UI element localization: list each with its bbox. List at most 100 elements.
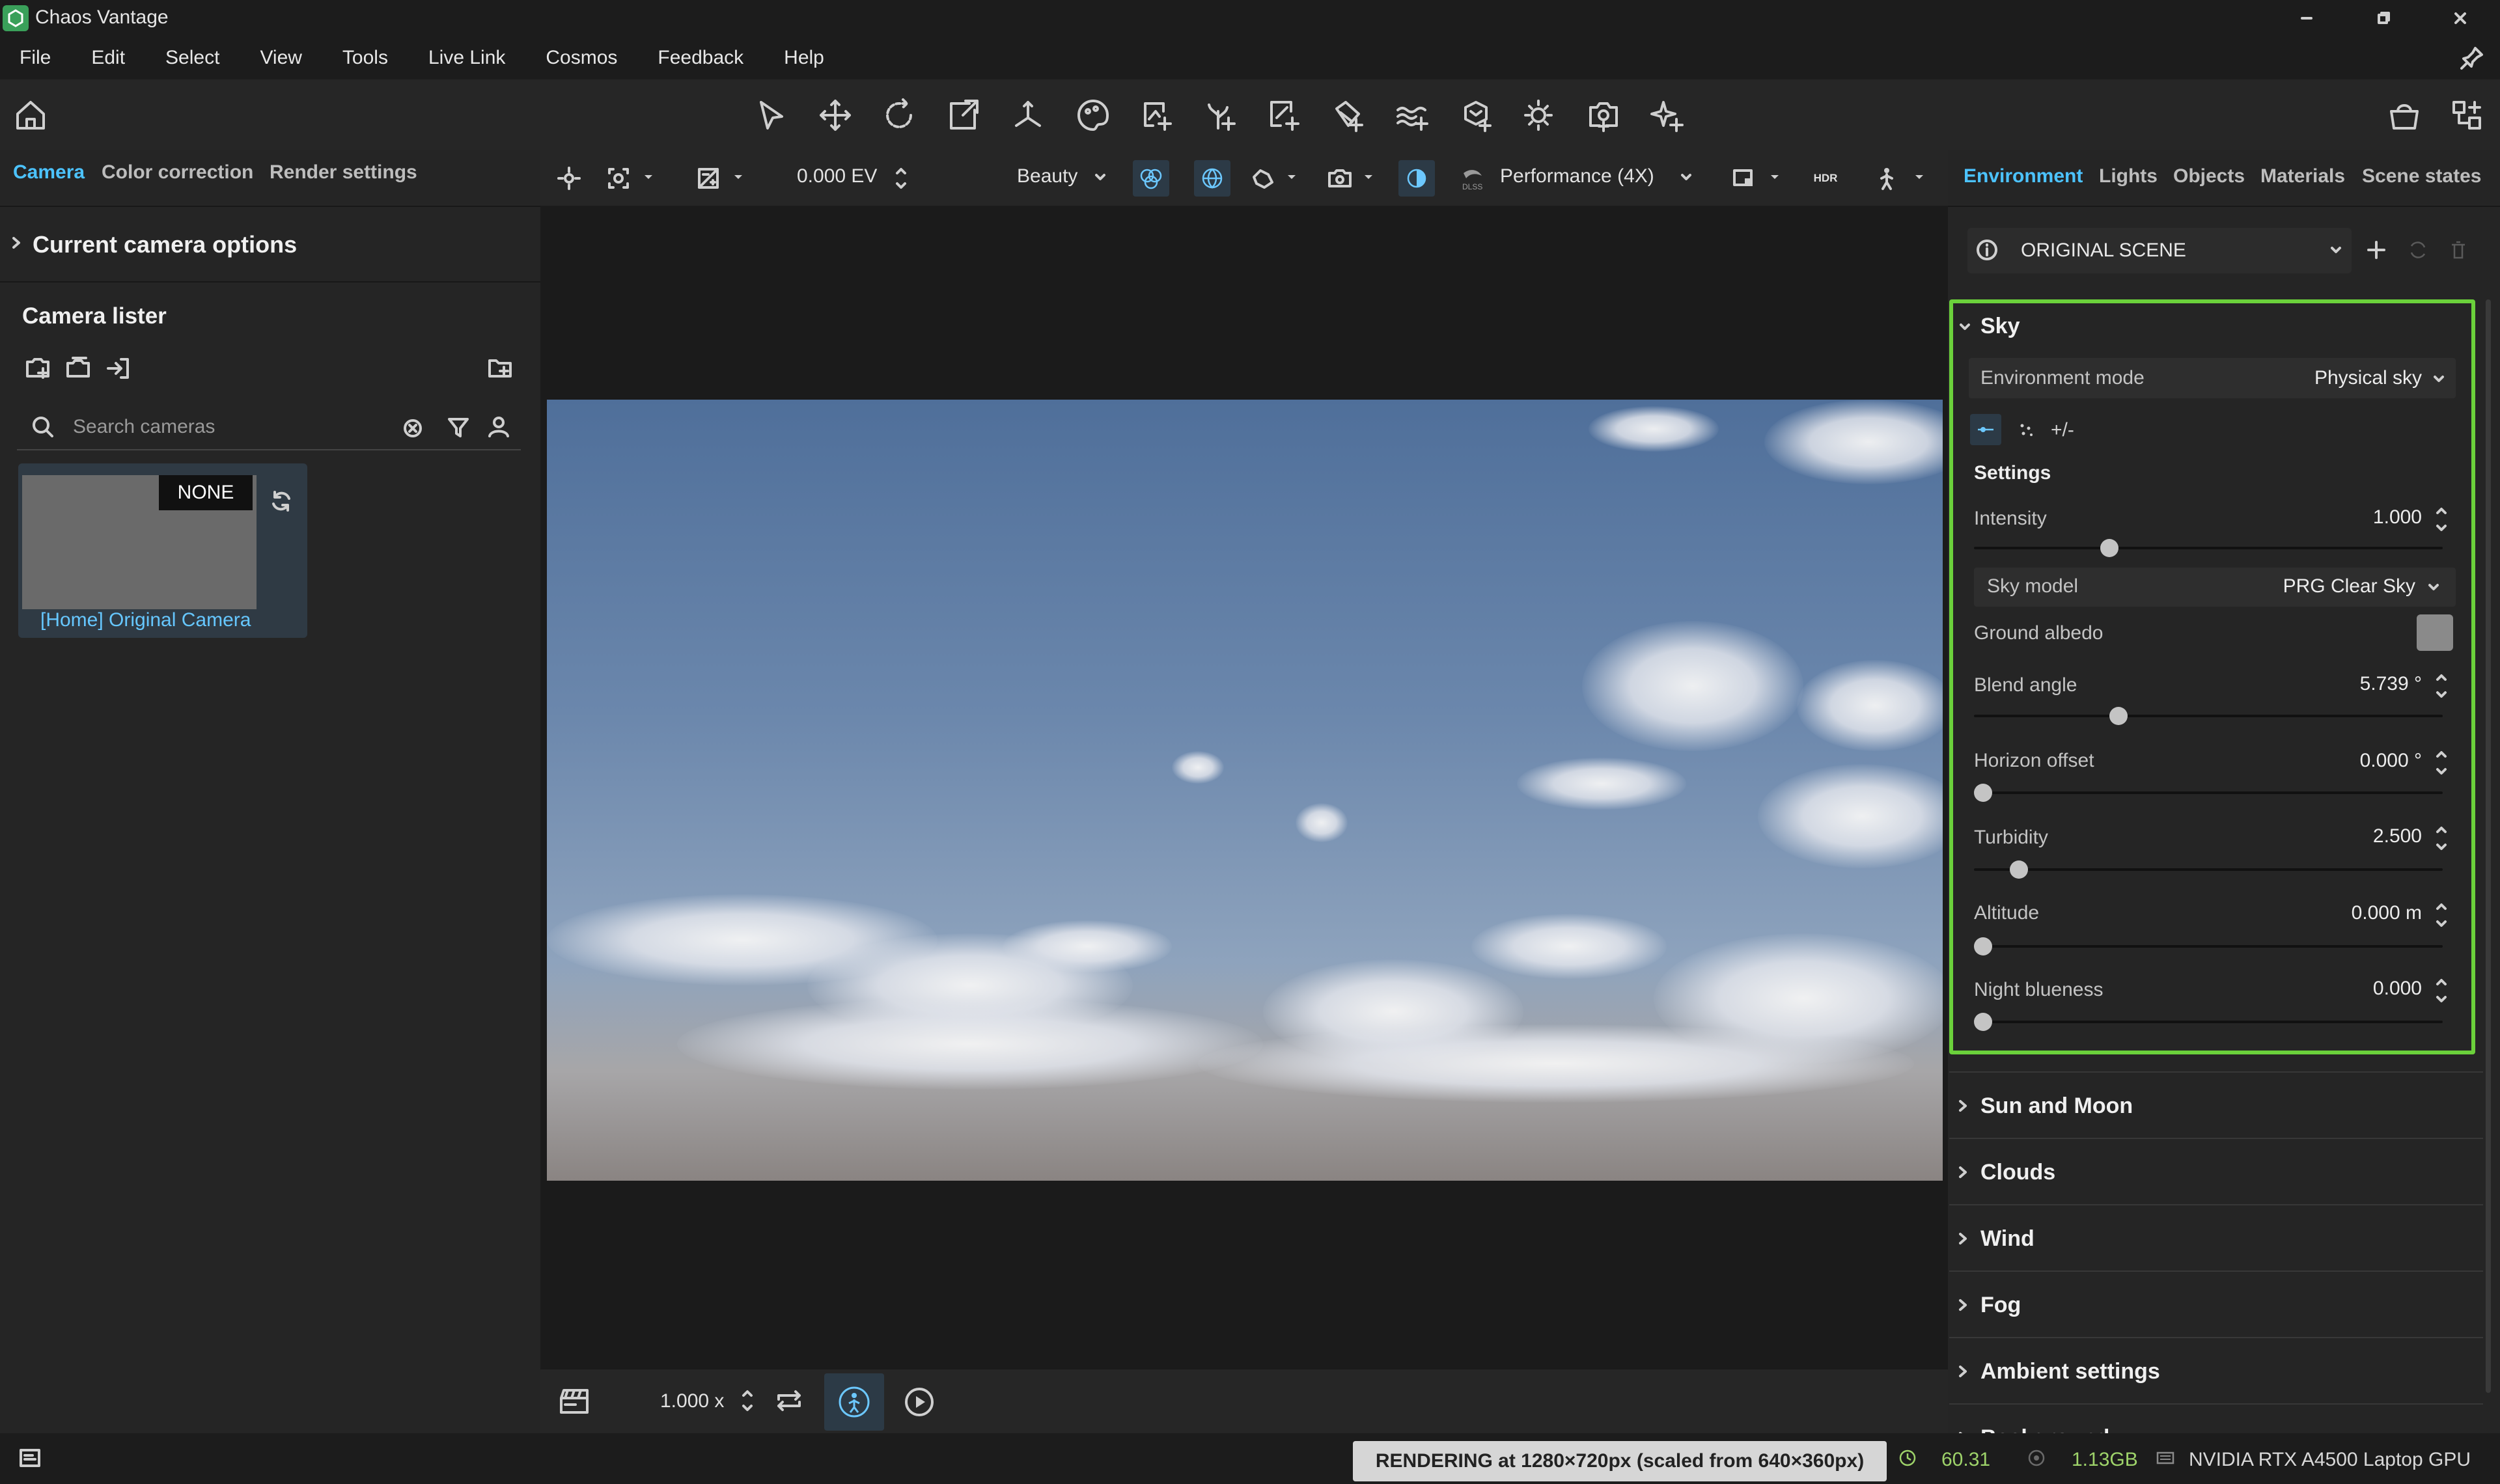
chevron-down-icon[interactable]: [2431, 371, 2447, 387]
blend-angle-stepper[interactable]: [2434, 670, 2449, 702]
section-wind[interactable]: Wind: [1949, 1204, 2483, 1271]
import-camera-button[interactable]: [104, 354, 133, 383]
chevron-down-icon[interactable]: [1678, 169, 1694, 185]
walk-mode-button[interactable]: [1872, 164, 1901, 193]
material-picker-button[interactable]: [1072, 94, 1115, 137]
advanced-settings-toggle[interactable]: [2010, 414, 2042, 445]
play-button[interactable]: [901, 1384, 938, 1420]
minimize-button[interactable]: [2271, 3, 2342, 34]
section-clouds[interactable]: Clouds: [1949, 1138, 2483, 1204]
tab-objects[interactable]: Objects: [2173, 165, 2245, 187]
add-camera-list-button[interactable]: [23, 354, 52, 383]
denoiser-toggle[interactable]: [1133, 160, 1169, 197]
search-input[interactable]: [73, 414, 385, 440]
playback-speed[interactable]: 1.000 x: [660, 1390, 724, 1412]
blend-angle-value[interactable]: 5.739 °: [2266, 673, 2422, 695]
altitude-slider[interactable]: [1974, 945, 2443, 948]
focus-button[interactable]: [555, 164, 583, 193]
menu-view[interactable]: View: [260, 47, 301, 69]
chevron-down-icon[interactable]: [1767, 169, 1783, 185]
camera-name[interactable]: [Home] Original Camera: [40, 609, 251, 631]
intensity-value[interactable]: 1.000: [2266, 506, 2422, 529]
section-background[interactable]: Background: [1949, 1403, 2483, 1433]
compare-toggle[interactable]: [1398, 160, 1435, 197]
add-scene-state-button[interactable]: [2363, 237, 2389, 263]
menu-tools[interactable]: Tools: [342, 47, 388, 69]
tab-color-correction[interactable]: Color correction: [102, 161, 253, 184]
night-blueness-value[interactable]: 0.000: [2266, 978, 2422, 1000]
menu-select[interactable]: Select: [165, 47, 219, 69]
add-scatter-button[interactable]: [1454, 94, 1497, 137]
altitude-value[interactable]: 0.000 m: [2266, 902, 2422, 924]
filter-button[interactable]: [444, 413, 473, 441]
sky-section-title[interactable]: Sky: [1980, 314, 2020, 339]
tab-render-settings[interactable]: Render settings: [270, 161, 417, 184]
speed-stepper[interactable]: [740, 1385, 755, 1416]
right-panel-scrollbar[interactable]: [2486, 299, 2491, 1393]
horizon-offset-slider[interactable]: [1974, 791, 2443, 794]
turbidity-value[interactable]: 2.500: [2266, 825, 2422, 847]
move-tool-button[interactable]: [814, 94, 857, 137]
pin-button[interactable]: [2456, 42, 2488, 74]
plus-minus-toggle[interactable]: +/-: [2051, 419, 2074, 441]
chevron-down-icon[interactable]: [1284, 169, 1299, 185]
menu-cosmos[interactable]: Cosmos: [546, 47, 617, 69]
ground-albedo-color-swatch[interactable]: [2417, 614, 2453, 651]
render-view[interactable]: [547, 400, 1943, 1181]
section-fog[interactable]: Fog: [1949, 1271, 2483, 1337]
animation-button[interactable]: [556, 1382, 592, 1419]
viewport-layout-button[interactable]: [1729, 164, 1758, 193]
section-sun-and-moon[interactable]: Sun and Moon: [1949, 1071, 2483, 1138]
tab-scene-states[interactable]: Scene states: [2362, 165, 2481, 187]
user-filter-button[interactable]: [484, 413, 513, 441]
camera-mode-button[interactable]: [604, 164, 633, 193]
chevron-down-icon[interactable]: [2328, 242, 2344, 258]
add-effect-button[interactable]: [1646, 94, 1689, 137]
quality-select[interactable]: Performance (4X): [1500, 165, 1654, 187]
intensity-slider[interactable]: [1974, 547, 2443, 549]
menu-help[interactable]: Help: [784, 47, 824, 69]
exposure-button[interactable]: [694, 164, 723, 193]
add-camera-button[interactable]: [1582, 94, 1625, 137]
tab-lights[interactable]: Lights: [2099, 165, 2158, 187]
restore-button[interactable]: [2348, 3, 2419, 34]
altitude-slider-handle[interactable]: [1974, 937, 1992, 955]
night-blueness-slider[interactable]: [1974, 1021, 2443, 1023]
turbidity-slider[interactable]: [1974, 868, 2443, 871]
chevron-down-icon[interactable]: [1361, 169, 1376, 185]
chevron-down-icon[interactable]: [2426, 579, 2441, 595]
effects-button[interactable]: [1249, 164, 1277, 193]
hdr-toggle[interactable]: HDR: [1809, 164, 1842, 193]
add-folder-button[interactable]: [486, 354, 514, 383]
section-ambient-settings[interactable]: Ambient settings: [1949, 1337, 2483, 1403]
exposure-stepper[interactable]: [893, 163, 909, 194]
horizon-offset-value[interactable]: 0.000 °: [2266, 750, 2422, 772]
clear-search-button[interactable]: [400, 415, 426, 441]
add-tree-button[interactable]: [1135, 94, 1178, 137]
delete-scene-state-button[interactable]: [2445, 237, 2471, 263]
add-plant-button[interactable]: [1199, 94, 1242, 137]
scene-tree-button[interactable]: [2445, 94, 2488, 137]
tab-environment[interactable]: Environment: [1964, 165, 2083, 187]
scale-tool-button[interactable]: [941, 94, 984, 137]
menu-file[interactable]: File: [20, 47, 51, 69]
chevron-down-icon[interactable]: [1911, 169, 1927, 185]
basic-settings-toggle[interactable]: [1970, 414, 2001, 445]
select-tool-button[interactable]: [750, 94, 793, 137]
blend-angle-slider-handle[interactable]: [2109, 707, 2128, 725]
log-button[interactable]: [17, 1445, 43, 1471]
horizon-offset-slider-handle[interactable]: [1974, 784, 1992, 802]
close-button[interactable]: [2424, 3, 2496, 34]
navigation-mode-toggle[interactable]: [824, 1373, 884, 1431]
environment-mode-value[interactable]: Physical sky: [2240, 367, 2422, 389]
tab-camera[interactable]: Camera: [13, 161, 85, 184]
loop-button[interactable]: [771, 1382, 807, 1419]
altitude-stepper[interactable]: [2434, 900, 2449, 931]
chevron-down-icon[interactable]: [1092, 169, 1108, 185]
chevron-down-icon[interactable]: [1957, 319, 1973, 335]
refresh-thumbnail-button[interactable]: [267, 487, 296, 515]
chevron-down-icon[interactable]: [641, 169, 656, 185]
refresh-scene-state-button[interactable]: [2405, 237, 2431, 263]
intensity-slider-handle[interactable]: [2100, 539, 2118, 557]
add-ocean-button[interactable]: [1391, 94, 1434, 137]
